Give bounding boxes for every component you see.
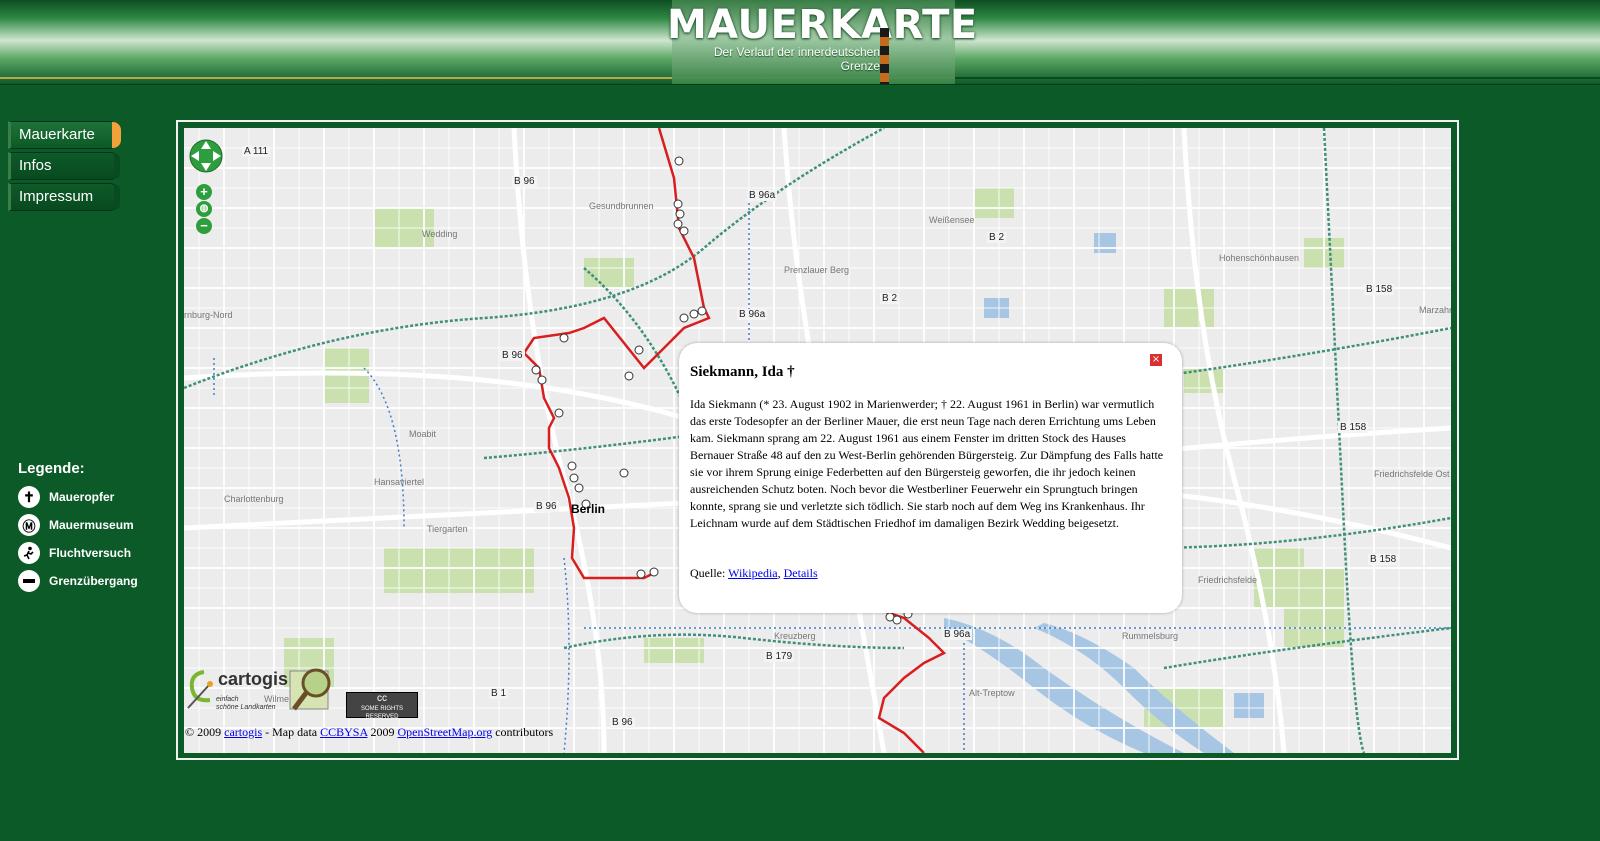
map-attribution: © 2009 cartogis - Map data CCBYSA 2009 O… [185,725,553,740]
cartogis-tagline: einfach schöne Landkarten [216,696,276,712]
road-label: B 158 [1364,284,1395,295]
road-label: B 1 [489,688,509,699]
runner-icon [18,542,40,564]
place-label: Alt-Treptow [969,688,1015,698]
source-label: Quelle: [690,566,726,580]
crossing-icon [18,570,40,592]
attribution-copyright: © 2009 [185,725,222,739]
place-label: Wedding [422,229,458,239]
nav-item-impressum[interactable]: Impressum [8,183,120,211]
cartogis-logo[interactable]: cartogis einfach schöne Landkarten [186,668,298,718]
place-label: Moabit [409,429,437,439]
place-label: Charlottenburg [224,494,284,504]
road-label: B 158 [1338,422,1369,433]
info-popup: × Siekmann, Ida † Ida Siekmann (* 23. Au… [679,343,1182,613]
zoom-out-button[interactable]: − [196,218,212,234]
road-label: B 96 [610,717,635,728]
legend-label: Grenzübergang [49,574,138,588]
cartogis-tagline-2: schöne Landkarten [216,704,276,711]
zoom-in-button[interactable]: + [196,184,212,200]
header-banner: MAUERKARTE Der Verlauf der innerdeutsche… [0,0,1600,85]
road-label: A 111 [242,146,271,157]
cartogis-logo-name: cartogis [218,669,289,689]
legend-item-mauermuseum: Ⓜ Mauermuseum [18,511,138,539]
popup-body: Ida Siekmann (* 23. August 1902 in Marie… [690,397,1164,530]
place-label: Gesundbrunnen [589,201,654,211]
link-separator: , [777,566,781,580]
legend-item-maueropfer: ✝ Maueropfer [18,483,138,511]
place-label: Kreuzberg [774,631,816,641]
header-dark-line [955,77,1600,79]
cc-symbol: cc [377,693,387,704]
attribution-map-data: - Map data [265,725,318,739]
osm-magnifier-icon[interactable] [288,665,338,715]
legend-label: Fluchtversuch [49,546,132,560]
popup-source: Quelle: Wikipedia, Details [690,566,818,581]
place-label: Hohenschönhausen [1219,253,1300,263]
attribution-year: 2009 [370,725,395,739]
ccbysa-link[interactable]: CCBYSA [320,725,367,739]
road-label: B 96 [534,501,559,512]
site-title: MAUERKARTE [667,2,978,48]
road-label: B 96a [942,629,973,640]
road-label: B 2 [987,232,1007,243]
place-label: Weißensee [929,215,975,225]
place-label: rnburg-Nord [184,310,233,320]
details-link[interactable]: Details [784,566,818,580]
site-subtitle-line1: Der Verlauf der innerdeutschen [713,45,880,59]
cartogis-tagline-1: einfach [216,696,239,703]
site-subtitle-line2: Grenze [840,59,880,73]
cc-license-badge[interactable]: cc SOME RIGHTS RESERVED [346,692,418,720]
road-label: B 179 [764,651,795,662]
place-label: Tiergarten [427,524,468,534]
map-viewport[interactable]: B 96 B 96a B 96a B 2 B 2 B 96 B 158 B 15… [184,128,1451,753]
osm-link[interactable]: OpenStreetMap.org [397,725,492,739]
place-label: Marzahn [1419,305,1451,315]
main-navigation: Mauerkarte Infos Impressum [8,121,121,214]
legend-title: Legende: [18,460,85,477]
legend-label: Mauermuseum [49,518,134,532]
pan-control[interactable] [192,136,222,180]
popup-close-button[interactable]: × [1150,354,1162,366]
place-label: Friedrichsfelde [1198,575,1258,585]
place-label: Hansaviertel [374,477,425,487]
site-subtitle: Der Verlauf der innerdeutschen Grenze [670,45,880,73]
border-post-icon [880,28,889,84]
road-label: B 2 [880,293,900,304]
cross-icon: ✝ [18,486,40,508]
place-label: Rummelsburg [1122,631,1179,641]
globe-icon[interactable]: ◍ [196,201,212,217]
attribution-contributors: contributors [495,725,554,739]
cc-badge-text: SOME RIGHTS RESERVED [360,706,403,720]
road-label: B 96a [737,309,768,320]
legend-item-grenzuebergang: Grenzübergang [18,567,138,595]
map-legend: Legende: ✝ Maueropfer Ⓜ Mauermuseum Fluc… [18,460,138,595]
legend-label: Maueropfer [49,490,115,504]
cartogis-logo-icon [187,670,213,709]
wikipedia-link[interactable]: Wikipedia [728,566,778,580]
nav-item-mauerkarte[interactable]: Mauerkarte [8,121,121,149]
nav-item-infos[interactable]: Infos [8,152,120,180]
road-label: B 96a [747,190,778,201]
legend-item-fluchtversuch: Fluchtversuch [18,539,138,567]
cartogis-link[interactable]: cartogis [224,725,262,739]
place-label: Prenzlauer Berg [784,265,850,275]
road-label: B 96 [512,176,537,187]
place-label: Friedrichsfelde Ost [1374,469,1450,479]
museum-icon: Ⓜ [18,514,40,536]
zoom-control: + ◍ − [196,184,216,235]
city-label: Berlin [571,502,606,516]
popup-title: Siekmann, Ida † [690,364,795,380]
road-label: B 158 [1368,554,1399,565]
road-label: B 96 [500,350,525,361]
